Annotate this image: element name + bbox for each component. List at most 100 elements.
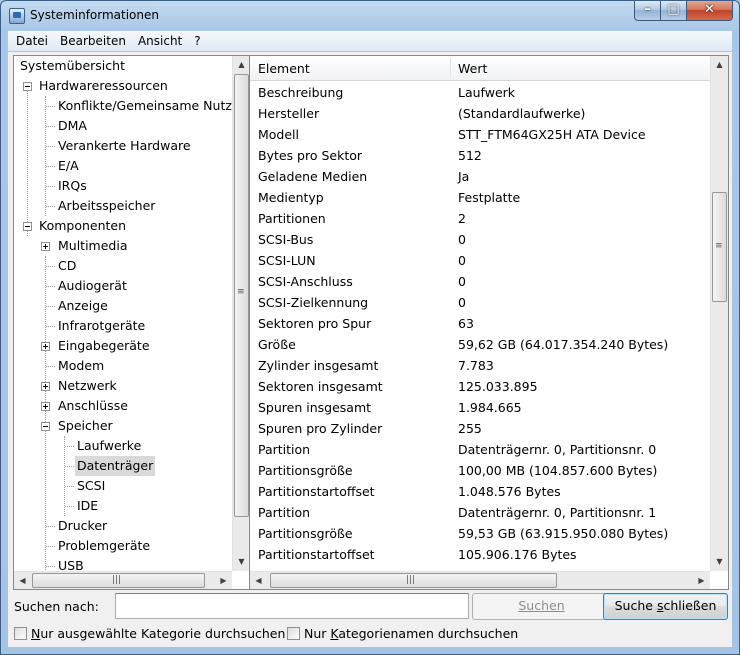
list-row[interactable]: SCSI-Zielkennung 0 [250, 292, 710, 313]
minimize-button[interactable]: – [634, 1, 661, 21]
tree-vertical-scrollbar[interactable]: ▲ ≡ ▼ [232, 56, 250, 571]
menu-help[interactable]: ? [188, 31, 206, 48]
cell-wert: 7.783 [458, 358, 494, 373]
tree-item[interactable]: Modem [14, 356, 232, 376]
tree-item[interactable]: E/A [14, 156, 232, 176]
category-tree[interactable]: Systemübersicht Hardwareressourcen Konflik… [13, 55, 253, 590]
search-input[interactable] [115, 593, 469, 619]
tree-item[interactable]: Problemgeräte [14, 536, 232, 556]
tree-item[interactable]: IRQs [14, 176, 232, 196]
list-row[interactable]: Zylinder insgesamt 7.783 [250, 355, 710, 376]
tree-item[interactable]: Speicher [14, 416, 232, 436]
tree-item[interactable]: Infrarotgeräte [14, 316, 232, 336]
scroll-up-arrow-icon[interactable]: ▲ [711, 56, 728, 73]
list-row[interactable]: Partition Datenträgernr. 0, Partitionsnr.… [250, 439, 710, 460]
cell-element: SCSI-Anschluss [258, 274, 353, 289]
list-row[interactable]: Partitionstartoffset 105.906.176 Bytes [250, 544, 710, 565]
scroll-right-arrow-icon[interactable]: ▶ [215, 572, 232, 589]
cell-element: SCSI-Zielkennung [258, 295, 369, 310]
cell-element: Beschreibung [258, 85, 344, 100]
list-row[interactable]: Sektoren insgesamt 125.033.895 [250, 376, 710, 397]
option-text: ur ausgewählte Kategorie durchsuchen [40, 626, 286, 641]
list-vertical-scrollbar[interactable]: ▲ ≡ ▼ [710, 56, 728, 571]
tree-item-label: Arbeitsspeicher [58, 198, 156, 213]
menu-bar: Datei Bearbeiten Ansicht? [8, 31, 732, 52]
list-row[interactable]: Beschreibung Laufwerk [250, 82, 710, 103]
tree-item[interactable]: DMA [14, 116, 232, 136]
checkbox-selected-category-only[interactable] [14, 627, 27, 640]
tree-item[interactable]: Datenträger [14, 456, 232, 476]
expand-icon[interactable] [41, 342, 50, 351]
scroll-down-arrow-icon[interactable]: ▼ [711, 553, 728, 570]
tree-item[interactable]: Hardwareressourcen [14, 76, 232, 96]
tree-horizontal-scrollbar[interactable]: ◀ ||| ▶ [14, 571, 232, 589]
list-row[interactable]: SCSI-LUN 0 [250, 250, 710, 271]
list-row[interactable]: SCSI-Bus 0 [250, 229, 710, 250]
tree-item-label: E/A [58, 158, 79, 173]
list-row[interactable]: Größe 59,62 GB (64.017.354.240 Bytes) [250, 334, 710, 355]
title-bar[interactable]: Systeminformationen – □ ✕ [1, 1, 739, 31]
column-element[interactable]: Element [250, 56, 450, 80]
tree-item[interactable]: Audiogerät [14, 276, 232, 296]
list-row[interactable]: Partitionen 2 [250, 208, 710, 229]
menu-datei[interactable]: Datei [8, 31, 54, 48]
tree-item[interactable]: CD [14, 256, 232, 276]
scroll-left-arrow-icon[interactable]: ◀ [14, 572, 31, 589]
scroll-right-arrow-icon[interactable]: ▶ [693, 572, 710, 589]
scroll-up-arrow-icon[interactable]: ▲ [233, 56, 250, 73]
list-row[interactable]: Partitionsgröße 59,53 GB (63.915.950.080 … [250, 523, 710, 544]
expand-icon[interactable] [41, 402, 50, 411]
expand-icon[interactable] [41, 242, 50, 251]
cell-element: Spuren insgesamt [258, 400, 372, 415]
tree-item[interactable]: Anzeige [14, 296, 232, 316]
tree-item[interactable]: Komponenten [14, 216, 232, 236]
list-row[interactable]: Partitionsgröße 100,00 MB (104.857.600 By… [250, 460, 710, 481]
cell-wert: 59,62 GB (64.017.354.240 Bytes) [458, 337, 669, 352]
tree-item[interactable]: Laufwerke [14, 436, 232, 456]
tree-item[interactable]: Eingabegeräte [14, 336, 232, 356]
list-row[interactable]: Geladene Medien Ja [250, 166, 710, 187]
tree-item[interactable]: Systemübersicht [14, 56, 232, 76]
tree-item[interactable]: Multimedia [14, 236, 232, 256]
list-row[interactable]: Spuren pro Zylinder 255 [250, 418, 710, 439]
tree-item[interactable]: Drucker [14, 516, 232, 536]
cell-element: SCSI-LUN [258, 253, 316, 268]
expand-icon[interactable] [41, 382, 50, 391]
list-row[interactable]: Hersteller (Standardlaufwerke) [250, 103, 710, 124]
tree-item[interactable]: Verankerte Hardware [14, 136, 232, 156]
tree-item[interactable]: Netzwerk [14, 376, 232, 396]
list-horizontal-scrollbar[interactable]: ◀ ||| ▶ [250, 571, 710, 589]
tree-item[interactable]: SCSI [14, 476, 232, 496]
cell-wert: 125.033.895 [458, 379, 538, 394]
tree-item[interactable]: Anschlüsse [14, 396, 232, 416]
list-row[interactable]: Spuren insgesamt 1.984.665 [250, 397, 710, 418]
list-row[interactable]: Medientyp Festplatte [250, 187, 710, 208]
list-row[interactable]: SCSI-Anschluss 0 [250, 271, 710, 292]
tree-connector [65, 486, 74, 487]
maximize-button[interactable]: □ [660, 1, 687, 21]
tree-item[interactable]: Konflikte/Gemeinsame Nutzur [14, 96, 232, 116]
close-button[interactable]: ✕ [686, 1, 733, 21]
tree-item[interactable]: IDE [14, 496, 232, 516]
menu-bearbeiten[interactable]: Bearbeiten [54, 31, 132, 48]
menu-ansicht[interactable]: Ansicht [132, 31, 188, 48]
collapse-icon[interactable] [41, 422, 50, 431]
list-row[interactable]: Sektoren pro Spur 63 [250, 313, 710, 334]
column-wert[interactable]: Wert [450, 56, 710, 80]
details-list[interactable]: Element Wert Beschreibung Laufwerk Herstel… [249, 55, 729, 590]
scroll-left-arrow-icon[interactable]: ◀ [250, 572, 267, 589]
tree-item[interactable]: USB [14, 556, 232, 571]
list-row[interactable]: Bytes pro Sektor 512 [250, 145, 710, 166]
collapse-icon[interactable] [23, 222, 32, 231]
collapse-icon[interactable] [23, 82, 32, 91]
search-button[interactable]: Suchen [472, 593, 611, 620]
list-row[interactable]: Modell STT_FTM64GX25H ATA Device [250, 124, 710, 145]
list-row[interactable]: Partition Datenträgernr. 0, Partitionsnr.… [250, 502, 710, 523]
list-row[interactable]: Partitionstartoffset 1.048.576 Bytes [250, 481, 710, 502]
close-search-button[interactable]: Suche schließen [603, 593, 728, 620]
scroll-down-arrow-icon[interactable]: ▼ [233, 553, 250, 570]
tree-item[interactable]: Arbeitsspeicher [14, 196, 232, 216]
checkbox-category-names-only[interactable] [287, 627, 300, 640]
tree-connector [65, 446, 74, 447]
tree-connector [46, 206, 55, 207]
